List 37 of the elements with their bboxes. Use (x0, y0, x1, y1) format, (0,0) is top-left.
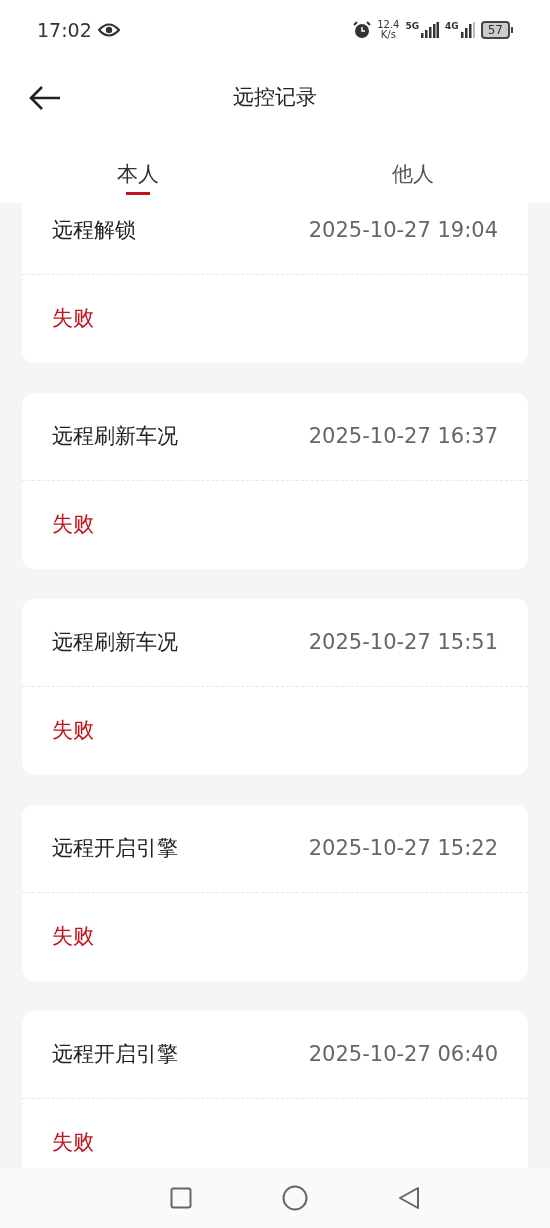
network-label: 4G (445, 22, 459, 31)
result-status: 失败 (52, 923, 94, 951)
result-status: 失败 (52, 717, 94, 745)
tab[interactable]: 本人 (116, 135, 159, 195)
back-button[interactable] (28, 84, 62, 111)
speed-unit: K/s (380, 30, 396, 40)
clock-time: 17:02 (37, 17, 92, 43)
speed-value: 12.4 (377, 20, 400, 30)
record-time: 2025-10-27 19:04 (308, 216, 498, 244)
record-time: 2025-10-27 16:37 (308, 422, 498, 450)
result-status: 失败 (52, 511, 94, 539)
alarm-clock-icon (353, 21, 372, 39)
action-name: 远程刷新车况 (52, 422, 178, 450)
result-status: 失败 (52, 305, 94, 333)
eye-icon (97, 23, 120, 37)
signal-icon (460, 22, 475, 38)
back-nav-button[interactable] (398, 1186, 420, 1210)
battery-level: 57 (480, 21, 510, 39)
tab[interactable]: 他人 (391, 135, 434, 195)
record-time: 2025-10-27 15:22 (308, 834, 498, 862)
action-name: 远程解锁 (52, 216, 136, 244)
tab-indicator (125, 192, 150, 195)
action-name: 远程开启引擎 (52, 1040, 178, 1068)
action-name: 远程刷新车况 (52, 628, 178, 656)
circle-icon (282, 1185, 308, 1211)
signal-icon (421, 22, 440, 38)
record-time: 2025-10-27 15:51 (308, 628, 498, 656)
triangle-icon (398, 1186, 420, 1210)
page-title: 远控记录 (233, 83, 317, 111)
home-button[interactable] (282, 1185, 308, 1211)
square-icon (170, 1187, 192, 1209)
action-name: 远程开启引擎 (52, 834, 178, 862)
record-time: 2025-10-27 06:40 (308, 1040, 498, 1068)
result-status: 失败 (52, 1129, 94, 1157)
back-arrow-icon (28, 84, 62, 111)
recent-apps-button[interactable] (170, 1187, 192, 1209)
network-label: 5G (405, 22, 420, 31)
